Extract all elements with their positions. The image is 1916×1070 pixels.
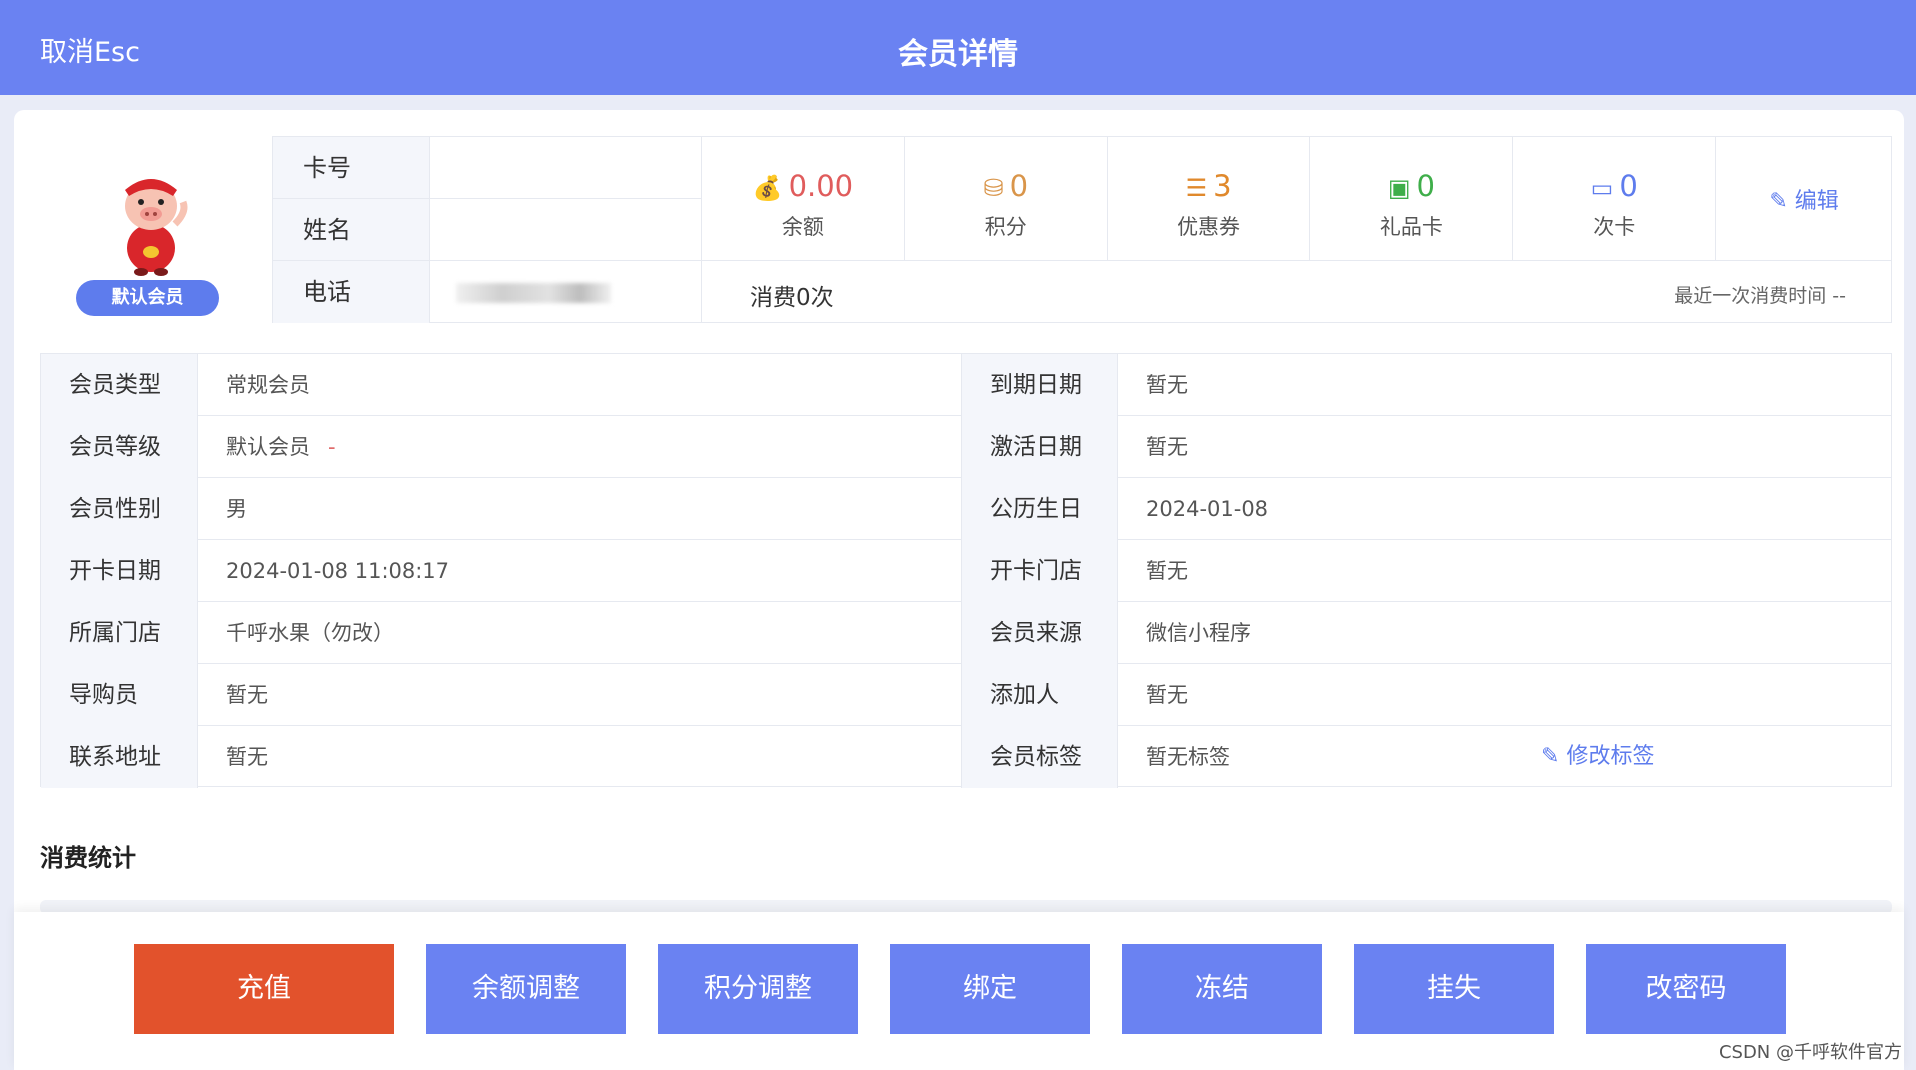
open-store-value: 暂无 (1117, 540, 1891, 602)
table-row: 开卡日期 2024-01-08 11:08:17 开卡门店 暂无 (41, 540, 1891, 602)
gift-card-icon: ▣ (1387, 174, 1411, 202)
store-value: 千呼水果（勿改） (197, 602, 961, 664)
points-adjust-button[interactable]: 积分调整 (658, 944, 858, 1034)
source-label: 会员来源 (961, 602, 1117, 664)
member-type-value: 常规会员 (197, 354, 961, 416)
guide-value: 暂无 (197, 664, 961, 726)
gender-label: 会员性别 (41, 478, 197, 540)
consumption-stats-title: 消费统计 (40, 844, 136, 872)
member-level-value: 默认会员 - (197, 416, 961, 478)
modify-tags-button[interactable]: ✎ 修改标签 (1541, 726, 1654, 788)
address-value: 暂无 (197, 726, 961, 788)
watermark: CSDN @千呼软件官方 (1718, 1042, 1902, 1063)
times-card-value: 0 (1619, 169, 1638, 203)
name-value (429, 199, 701, 261)
pig-mascot-icon (125, 179, 188, 276)
edit-cell: ✎ 编辑 (1716, 137, 1892, 261)
gift-card-value: 0 (1416, 169, 1435, 203)
consume-count: 消费0次 (750, 285, 834, 311)
added-by-value: 暂无 (1117, 664, 1891, 726)
member-detail-table: 会员类型 常规会员 到期日期 暂无 会员等级 默认会员 - 激活日期 暂无 会员性… (40, 353, 1892, 788)
coupons-value: 3 (1213, 169, 1232, 203)
consume-summary: 消费0次 最近一次消费时间 -- (701, 261, 1892, 323)
recharge-button[interactable]: 充值 (134, 944, 394, 1034)
added-by-label: 添加人 (961, 664, 1117, 726)
report-loss-button[interactable]: 挂失 (1354, 944, 1554, 1034)
stat-points[interactable]: ⛁ 0 积分 (905, 137, 1108, 261)
guide-label: 导购员 (41, 664, 197, 726)
activation-date-label: 激活日期 (961, 416, 1117, 478)
address-label: 联系地址 (41, 726, 197, 788)
birthday-value: 2024-01-08 (1117, 478, 1891, 540)
points-label: 积分 (984, 215, 1027, 239)
card-number-value (429, 137, 701, 199)
activation-date-value: 暂无 (1117, 416, 1891, 478)
open-store-label: 开卡门店 (961, 540, 1117, 602)
expiry-date-label: 到期日期 (961, 354, 1117, 416)
edit-button[interactable]: ✎ 编辑 (1716, 183, 1892, 215)
gift-card-label: 礼品卡 (1379, 215, 1443, 239)
phone-label: 电话 (273, 261, 429, 323)
coupons-label: 优惠券 (1177, 215, 1241, 239)
gender-value: 男 (197, 478, 961, 540)
bind-button[interactable]: 绑定 (890, 944, 1090, 1034)
balance-adjust-button[interactable]: 余额调整 (426, 944, 626, 1034)
tags-label: 会员标签 (961, 726, 1117, 788)
change-password-button[interactable]: 改密码 (1586, 944, 1786, 1034)
top-bar: 取消Esc 会员详情 (0, 0, 1916, 95)
times-card-label: 次卡 (1593, 215, 1636, 239)
member-info-block: 卡号 姓名 电话 💰 0.00 余额 ⛁ 0 积分 ☰ 3 优惠券 ▣ 0 礼品卡 (272, 136, 1892, 323)
stat-balance[interactable]: 💰 0.00 余额 (702, 137, 905, 261)
source-value: 微信小程序 (1117, 602, 1891, 664)
phone-value (429, 261, 701, 323)
open-date-value: 2024-01-08 11:08:17 (197, 540, 961, 602)
table-row: 会员等级 默认会员 - 激活日期 暂无 (41, 416, 1891, 478)
birthday-label: 公历生日 (961, 478, 1117, 540)
edit-label: 编辑 (1794, 189, 1839, 214)
coins-icon: ⛁ (983, 174, 1004, 202)
card-icon: ▭ (1590, 174, 1614, 202)
balance-value: 0.00 (788, 169, 854, 203)
ticket-icon: ☰ (1185, 174, 1208, 202)
name-label: 姓名 (273, 199, 429, 261)
table-row: 会员类型 常规会员 到期日期 暂无 (41, 354, 1891, 416)
table-row: 导购员 暂无 添加人 暂无 (41, 664, 1891, 726)
action-bar: 充值 余额调整 积分调整 绑定 冻结 挂失 改密码 (14, 912, 1904, 1070)
balance-label: 余额 (781, 215, 824, 239)
modify-tags-label: 修改标签 (1566, 744, 1655, 769)
stats-row: 💰 0.00 余额 ⛁ 0 积分 ☰ 3 优惠券 ▣ 0 礼品卡 ▭ 0 次卡 ✎ 编辑 (701, 137, 1892, 261)
phone-redacted (456, 283, 611, 303)
money-bag-icon: 💰 (752, 174, 783, 202)
stat-coupons[interactable]: ☰ 3 优惠券 (1108, 137, 1311, 261)
member-level-text: 默认会员 (226, 435, 310, 459)
member-level-badge: 默认会员 (76, 280, 219, 316)
level-dash: - (328, 435, 336, 459)
tags-value: 暂无标签 (1117, 726, 1891, 788)
page-title: 会员详情 (898, 37, 1018, 72)
freeze-button[interactable]: 冻结 (1122, 944, 1322, 1034)
stat-times-card[interactable]: ▭ 0 次卡 (1513, 137, 1717, 261)
member-type-label: 会员类型 (41, 354, 197, 416)
last-consume-time: 最近一次消费时间 -- (1674, 285, 1846, 307)
member-level-label: 会员等级 (41, 416, 197, 478)
points-value: 0 (1009, 169, 1029, 203)
store-label: 所属门店 (41, 602, 197, 664)
table-row: 所属门店 千呼水果（勿改） 会员来源 微信小程序 (41, 602, 1891, 664)
stat-gift-card[interactable]: ▣ 0 礼品卡 (1310, 137, 1514, 261)
open-date-label: 开卡日期 (41, 540, 197, 602)
edit-icon: ✎ (1541, 744, 1560, 769)
expiry-date-value: 暂无 (1117, 354, 1891, 416)
table-row: 联系地址 暂无 会员标签 暂无标签 ✎ 修改标签 (41, 726, 1891, 788)
card-number-label: 卡号 (273, 137, 429, 199)
edit-icon: ✎ (1769, 189, 1788, 214)
table-row: 会员性别 男 公历生日 2024-01-08 (41, 478, 1891, 540)
